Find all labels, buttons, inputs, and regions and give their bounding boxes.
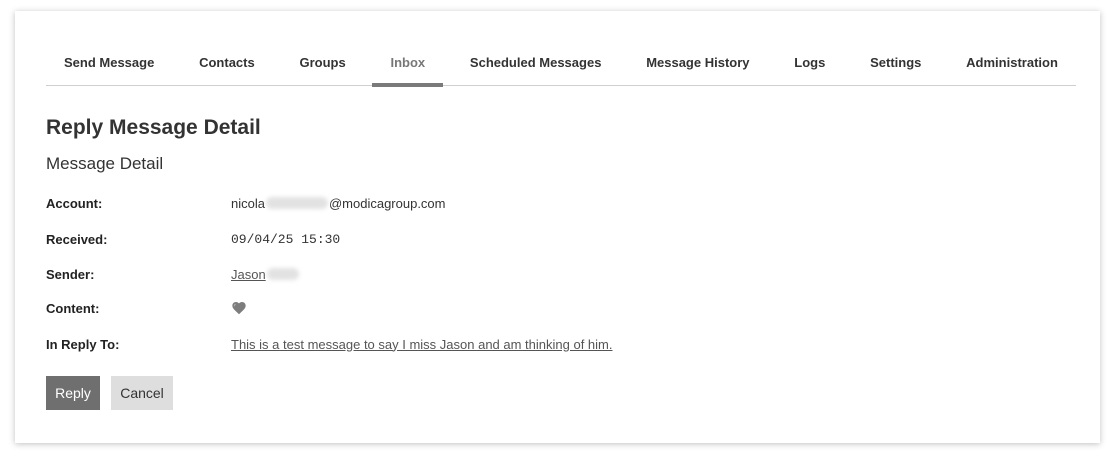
tab-groups[interactable]: Groups	[281, 51, 363, 86]
account-suffix: @modicagroup.com	[328, 195, 446, 211]
account-label: Account:	[46, 195, 103, 211]
content-value	[231, 300, 247, 316]
sender-row: Sender: Jason	[46, 264, 946, 284]
section-title: Message Detail	[46, 154, 164, 173]
tab-logs[interactable]: Logs	[776, 51, 843, 86]
content-label: Content:	[46, 300, 100, 316]
received-label: Received:	[46, 231, 108, 247]
tab-inbox[interactable]: Inbox	[372, 51, 443, 87]
cancel-button[interactable]: Cancel	[111, 376, 173, 410]
reply-button[interactable]: Reply	[46, 376, 100, 410]
main-nav-tabs: Send Message Contacts Groups Inbox Sched…	[46, 51, 1076, 87]
account-value: nicola @modicagroup.com	[231, 196, 446, 211]
tab-message-history[interactable]: Message History	[628, 51, 767, 86]
sender-label: Sender:	[46, 266, 95, 282]
in-reply-to-row: In Reply To: This is a test message to s…	[46, 334, 946, 354]
tab-scheduled-messages[interactable]: Scheduled Messages	[452, 51, 620, 86]
received-row: Received: 09/04/25 15:30	[46, 229, 946, 249]
sender-link[interactable]: Jason	[231, 267, 266, 282]
page-title: Reply Message Detail	[46, 116, 261, 139]
tab-contacts[interactable]: Contacts	[181, 51, 273, 86]
received-value: 09/04/25 15:30	[231, 231, 341, 247]
in-reply-to-value: This is a test message to say I miss Jas…	[231, 337, 613, 352]
tab-settings[interactable]: Settings	[852, 51, 939, 86]
grey-heart-icon	[232, 302, 246, 315]
sender-value: Jason	[231, 267, 300, 282]
redacted-text	[266, 268, 299, 280]
account-prefix: nicola	[231, 195, 265, 211]
redacted-text	[265, 197, 328, 209]
content-row: Content:	[46, 298, 946, 318]
in-reply-to-link[interactable]: This is a test message to say I miss Jas…	[231, 337, 613, 352]
tab-administration[interactable]: Administration	[948, 51, 1076, 86]
in-reply-to-label: In Reply To:	[46, 336, 120, 352]
tab-send-message[interactable]: Send Message	[46, 51, 172, 86]
account-row: Account: nicola @modicagroup.com	[46, 193, 946, 213]
main-card: Send Message Contacts Groups Inbox Sched…	[15, 11, 1100, 443]
